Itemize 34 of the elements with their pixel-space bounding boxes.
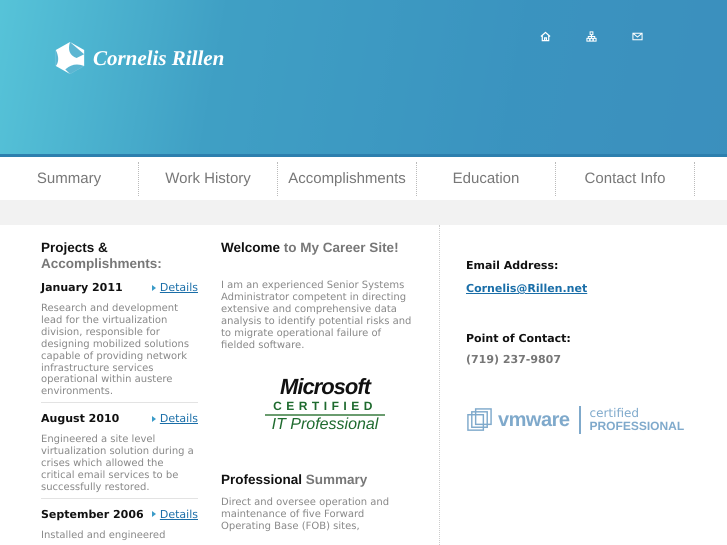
sitemap-icon[interactable] [586,31,597,42]
intro-paragraph: I am an experienced Senior Systems Administrator competent in directing extensive and comprehensive data analysis to identify potential risks and to migrate operational failure of fielded software. [221,280,412,352]
details-link[interactable]: Details [160,281,198,294]
nav-tab[interactable]: Contact Info [556,162,695,196]
project-date: January 2011 [41,281,123,294]
details-link[interactable]: Details [160,412,198,426]
summary-paragraph: Direct and oversee operation and maintenance of five Forward Operating Base (FOB) sites, [221,497,390,534]
mail-icon[interactable] [632,31,643,42]
home-icon[interactable] [540,31,551,42]
section-heading: Projects & [41,240,108,255]
nav-tab[interactable]: Accomplishments [278,162,417,196]
arrow-icon [152,416,156,422]
logo-icon [53,40,87,76]
certification-logo: Microsoft CERTIFIED IT Professional [265,375,385,434]
nav-tab[interactable]: Work History [139,162,278,196]
email-link[interactable]: Cornelis@Rillen.net [466,282,588,295]
nav-tab[interactable]: Summary [0,162,139,196]
section-heading: Accomplishments: [41,256,162,271]
field-label: Email Address: [466,259,560,272]
project-description: Installed and engineered [41,530,166,542]
phone-number: (719) 237-9807 [466,353,562,366]
certification-logo: vmware certified PROFESSIONAL [466,406,684,434]
project-description: Engineered a site level virtualization solution during a crises which allowed the critical email services to be successfully restored. [41,434,195,494]
welcome-heading: Welcome to My Career Site! [221,240,399,255]
arrow-icon [152,511,156,518]
nav-tab[interactable]: Education [417,162,556,196]
summary-heading: Professional Summary [221,472,368,488]
details-link[interactable]: Details [160,508,198,521]
site-title[interactable]: Cornelis Rillen [93,46,224,70]
project-date: September 2006 [41,508,144,521]
arrow-icon [152,284,156,290]
project-description: Research and development lead for the virtualization division, responsible for designing mobilized solutions capable of providing network infrastructure services operational within austere environments. [41,303,190,398]
field-label: Point of Contact: [466,332,572,345]
project-date: August 2010 [41,412,120,426]
